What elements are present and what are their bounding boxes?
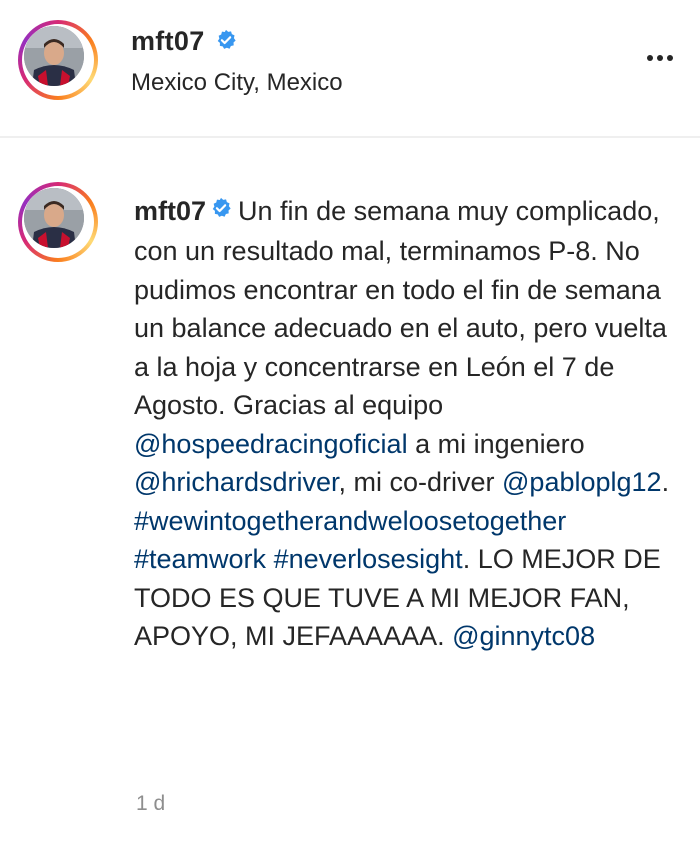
post-location[interactable]: Mexico City, Mexico	[131, 69, 343, 97]
caption-text: Un fin de semana muy complicado, con un …	[134, 196, 669, 651]
more-options-icon[interactable]	[640, 48, 680, 68]
header-username[interactable]: mft07	[131, 26, 205, 56]
caption-text-segment: .	[661, 467, 670, 498]
caption-text-segment: Un fin de semana muy complicado, con un …	[134, 196, 667, 421]
caption-text-segment: a mi ingeniero	[407, 428, 585, 459]
mention-link[interactable]: @pabloplg12	[502, 467, 662, 497]
avatar-photo	[24, 26, 84, 86]
verified-badge-icon	[210, 191, 232, 230]
header-avatar[interactable]	[18, 20, 98, 100]
verified-badge-icon	[215, 29, 237, 56]
hashtag-link[interactable]: #teamwork	[134, 544, 266, 574]
comment-username[interactable]: mft07	[134, 196, 206, 226]
caption-text-segment: , mi co-driver	[338, 467, 503, 498]
hashtag-link[interactable]: #wewintogetherandweloosetogether	[134, 506, 566, 536]
comment-avatar[interactable]	[18, 182, 98, 262]
mention-link[interactable]: @hrichardsdriver	[134, 467, 338, 497]
header-user-row: mft07	[131, 26, 237, 59]
hashtag-link[interactable]: #neverlosesight	[274, 544, 463, 574]
caption-text-segment	[266, 544, 274, 574]
avatar-photo	[24, 188, 84, 248]
post-caption: mft07 Un fin de semana muy complicado, co…	[134, 192, 674, 656]
post-timestamp[interactable]: 1 d	[136, 792, 165, 816]
post-header: mft07 Mexico City, Mexico	[0, 0, 700, 138]
mention-link[interactable]: @hospeedracingoficial	[134, 429, 408, 459]
mention-link[interactable]: @ginnytc08	[452, 621, 595, 651]
